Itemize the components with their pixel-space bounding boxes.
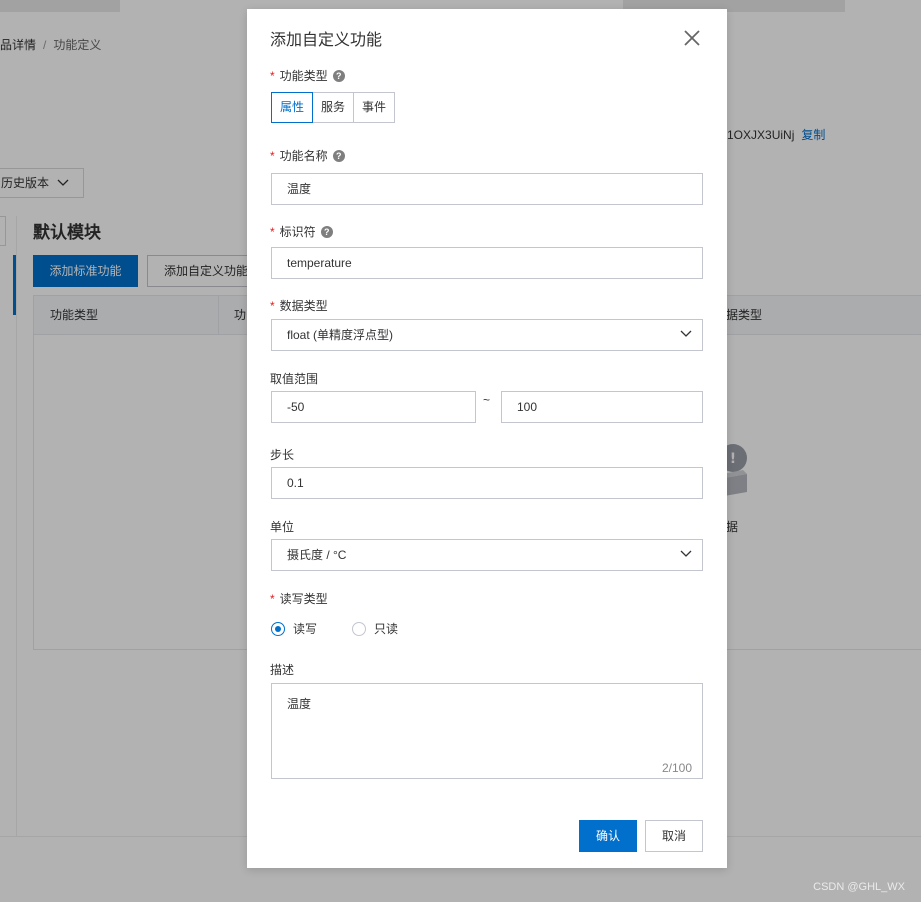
chevron-down-icon: [680, 550, 692, 557]
function-type-option-service[interactable]: 服务: [312, 92, 355, 123]
unit-label-row: 单位: [270, 518, 294, 535]
rw-type-label-row: * 读写类型: [270, 590, 328, 607]
required-mark: *: [270, 298, 275, 313]
step-input[interactable]: 0.1: [271, 467, 703, 499]
unit-select[interactable]: 摄氏度 / °C: [271, 539, 703, 571]
rw-type-label: 读写类型: [279, 592, 328, 606]
range-separator: ~: [483, 393, 491, 407]
function-type-segmented: 属性 服务 事件: [271, 92, 396, 123]
chevron-down-icon: [680, 330, 692, 337]
function-name-input[interactable]: 温度: [271, 173, 703, 205]
add-custom-function-dialog: 添加自定义功能 * 功能类型 ? 属性 服务 事件 * 功能名称 ? 温度 * …: [247, 9, 727, 868]
identifier-input[interactable]: temperature: [271, 247, 703, 279]
rw-type-option-label[interactable]: 只读: [374, 620, 398, 637]
help-icon[interactable]: ?: [320, 225, 333, 238]
required-mark: *: [270, 591, 275, 606]
function-name-value: 温度: [287, 182, 312, 196]
rw-type-radio-readwrite[interactable]: [271, 621, 285, 636]
step-label-row: 步长: [270, 446, 294, 463]
function-type-label-row: * 功能类型 ?: [270, 67, 345, 84]
unit-label: 单位: [270, 520, 295, 534]
character-count: 2/100: [661, 761, 692, 775]
data-type-value: float (单精度浮点型): [287, 328, 394, 342]
dialog-title: 添加自定义功能: [270, 32, 383, 49]
range-max-input[interactable]: 100: [501, 391, 703, 423]
description-label: 描述: [270, 663, 295, 677]
identifier-label: 标识符: [279, 225, 316, 239]
description-value: 温度: [287, 697, 312, 711]
description-textarea[interactable]: 温度 2/100: [271, 683, 703, 779]
required-mark: *: [270, 148, 275, 163]
close-icon: [684, 30, 700, 46]
watermark: CSDN @GHL_WX: [813, 881, 905, 893]
data-type-label-row: * 数据类型: [270, 297, 328, 314]
function-type-option-property[interactable]: 属性: [271, 92, 314, 123]
step-label: 步长: [270, 448, 295, 462]
range-label: 取值范围: [270, 372, 319, 386]
cancel-button[interactable]: 取消: [645, 820, 703, 852]
range-label-row: 取值范围: [270, 370, 318, 387]
confirm-button[interactable]: 确认: [579, 820, 637, 852]
range-min-input[interactable]: -50: [271, 391, 476, 423]
rw-type-radio-readonly[interactable]: [352, 621, 367, 636]
help-icon[interactable]: ?: [332, 149, 345, 162]
description-label-row: 描述: [270, 661, 294, 678]
data-type-label: 数据类型: [279, 299, 328, 313]
range-min-value: -50: [287, 400, 305, 414]
function-name-label-row: * 功能名称 ?: [270, 147, 345, 164]
close-button[interactable]: [681, 27, 703, 49]
unit-value: 摄氏度 / °C: [287, 548, 347, 562]
help-icon[interactable]: ?: [332, 69, 345, 82]
range-max-value: 100: [517, 400, 538, 414]
function-type-option-event[interactable]: 事件: [353, 92, 396, 123]
function-type-label: 功能类型: [279, 69, 328, 83]
required-mark: *: [270, 68, 275, 83]
rw-type-option-label[interactable]: 读写: [293, 620, 317, 637]
rw-type-radio-group: 读写 只读: [271, 620, 398, 637]
identifier-label-row: * 标识符 ?: [270, 223, 333, 240]
required-mark: *: [270, 224, 275, 239]
function-name-label: 功能名称: [279, 149, 328, 163]
identifier-value: temperature: [287, 256, 352, 270]
data-type-select[interactable]: float (单精度浮点型): [271, 319, 703, 351]
step-value: 0.1: [287, 476, 304, 490]
